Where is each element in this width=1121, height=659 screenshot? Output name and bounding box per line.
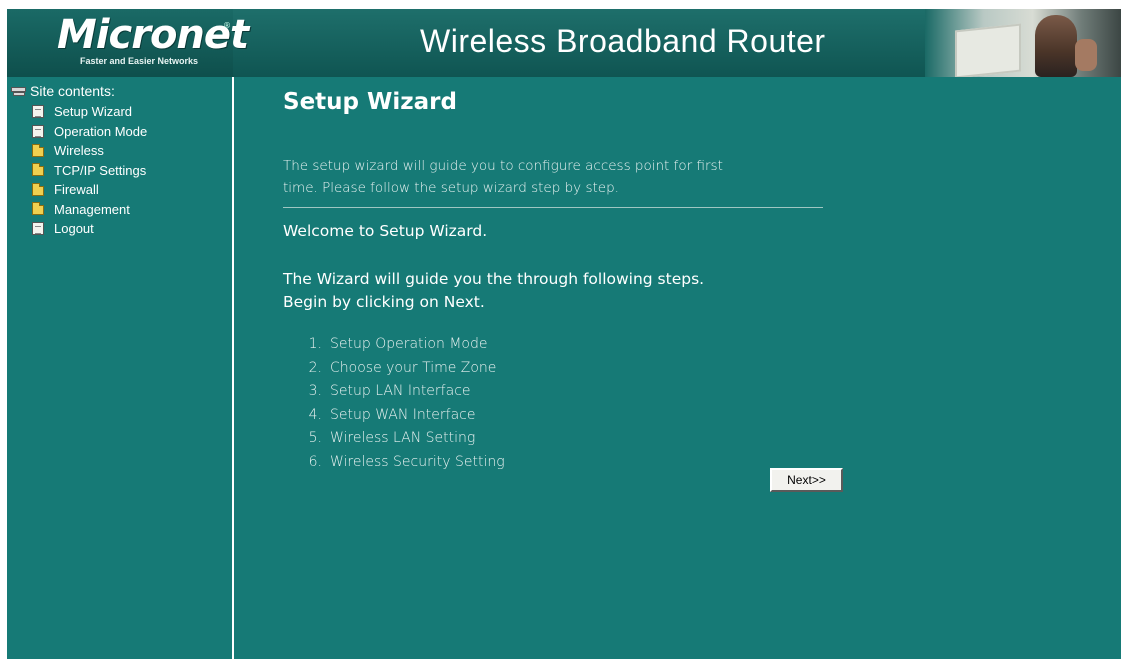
step-number: 3. xyxy=(308,383,322,400)
sidebar-item-management[interactable]: Management xyxy=(32,200,147,220)
step-label: Setup WAN Interface xyxy=(330,406,476,423)
banner-photo xyxy=(925,9,1121,77)
step-number: 5. xyxy=(308,430,322,447)
step-number: 4. xyxy=(308,406,322,423)
step-number: 6. xyxy=(308,453,322,470)
step-label: Choose your Time Zone xyxy=(330,359,497,376)
folder-icon xyxy=(32,202,44,216)
sidebar-item-label[interactable]: Firewall xyxy=(54,182,99,197)
sidebar-nav: Setup Wizard Operation Mode Wireless TCP… xyxy=(32,102,147,239)
step-number: 2. xyxy=(308,359,322,376)
sidebar-item-label[interactable]: Management xyxy=(54,202,130,217)
folder-icon xyxy=(32,163,44,177)
intro-line: time. Please follow the setup wizard ste… xyxy=(283,180,619,196)
sidebar-item-firewall[interactable]: Firewall xyxy=(32,180,147,200)
sidebar-item-label[interactable]: Wireless xyxy=(54,143,104,158)
sidebar: Site contents: Setup Wizard Operation Mo… xyxy=(7,77,234,659)
intro-line: The setup wizard will guide you to confi… xyxy=(283,158,723,174)
divider xyxy=(283,207,823,208)
document-icon xyxy=(32,222,44,236)
sidebar-item-operation-mode[interactable]: Operation Mode xyxy=(32,122,147,142)
page-frame: Micronet ® Faster and Easier Networks Wi… xyxy=(7,9,1121,659)
sidebar-item-label[interactable]: Setup Wizard xyxy=(54,104,132,119)
registered-mark-icon: ® xyxy=(223,21,231,30)
sidebar-item-wireless[interactable]: Wireless xyxy=(32,141,147,161)
logo-text: Micronet xyxy=(57,12,249,58)
sidebar-item-setup-wizard[interactable]: Setup Wizard xyxy=(32,102,147,122)
sidebar-item-label[interactable]: TCP/IP Settings xyxy=(54,163,146,178)
step-item: 2. Choose your Time Zone xyxy=(283,357,505,381)
step-item: 3. Setup LAN Interface xyxy=(283,380,505,404)
person-graphic xyxy=(1035,15,1077,77)
step-item: 5. Wireless LAN Setting xyxy=(283,427,505,451)
folder-icon xyxy=(32,182,44,196)
guide-line: The Wizard will guide you the through fo… xyxy=(283,270,705,288)
page-title: Setup Wizard xyxy=(283,89,457,115)
sidebar-item-logout[interactable]: Logout xyxy=(32,219,147,239)
step-label: Wireless LAN Setting xyxy=(330,430,476,447)
step-label: Setup LAN Interface xyxy=(330,383,471,400)
step-item: 4. Setup WAN Interface xyxy=(283,404,505,428)
step-label: Wireless Security Setting xyxy=(330,453,505,470)
next-button[interactable]: Next>> xyxy=(770,468,843,492)
banner-title: Wireless Broadband Router xyxy=(420,23,826,59)
steps-list: 1. Setup Operation Mode 2. Choose your Tim… xyxy=(283,333,505,475)
welcome-text: Welcome to Setup Wizard. xyxy=(283,222,488,240)
sidebar-item-label[interactable]: Logout xyxy=(54,221,94,236)
intro-text: The setup wizard will guide you to confi… xyxy=(283,155,823,199)
sidebar-item-label[interactable]: Operation Mode xyxy=(54,124,147,139)
hand-graphic xyxy=(1075,39,1097,71)
step-item: 1. Setup Operation Mode xyxy=(283,333,505,357)
header-banner: Micronet ® Faster and Easier Networks Wi… xyxy=(7,9,1121,77)
monitor-graphic xyxy=(955,23,1021,77)
step-item: 6. Wireless Security Setting xyxy=(283,451,505,475)
step-number: 1. xyxy=(308,336,322,352)
logo: Micronet ® Faster and Easier Networks xyxy=(7,9,249,77)
logo-tagline: Faster and Easier Networks xyxy=(79,56,199,66)
step-label: Setup Operation Mode xyxy=(330,336,488,352)
folder-icon xyxy=(32,143,44,157)
guide-text: The Wizard will guide you the through fo… xyxy=(283,268,843,314)
site-contents-label: Site contents: xyxy=(30,83,115,99)
guide-line: Begin by clicking on Next. xyxy=(283,293,485,311)
document-icon xyxy=(32,105,44,119)
document-icon xyxy=(32,124,44,138)
sidebar-item-tcpip-settings[interactable]: TCP/IP Settings xyxy=(32,161,147,181)
site-tree-icon xyxy=(11,86,26,96)
site-contents-heading: Site contents: xyxy=(11,83,115,99)
